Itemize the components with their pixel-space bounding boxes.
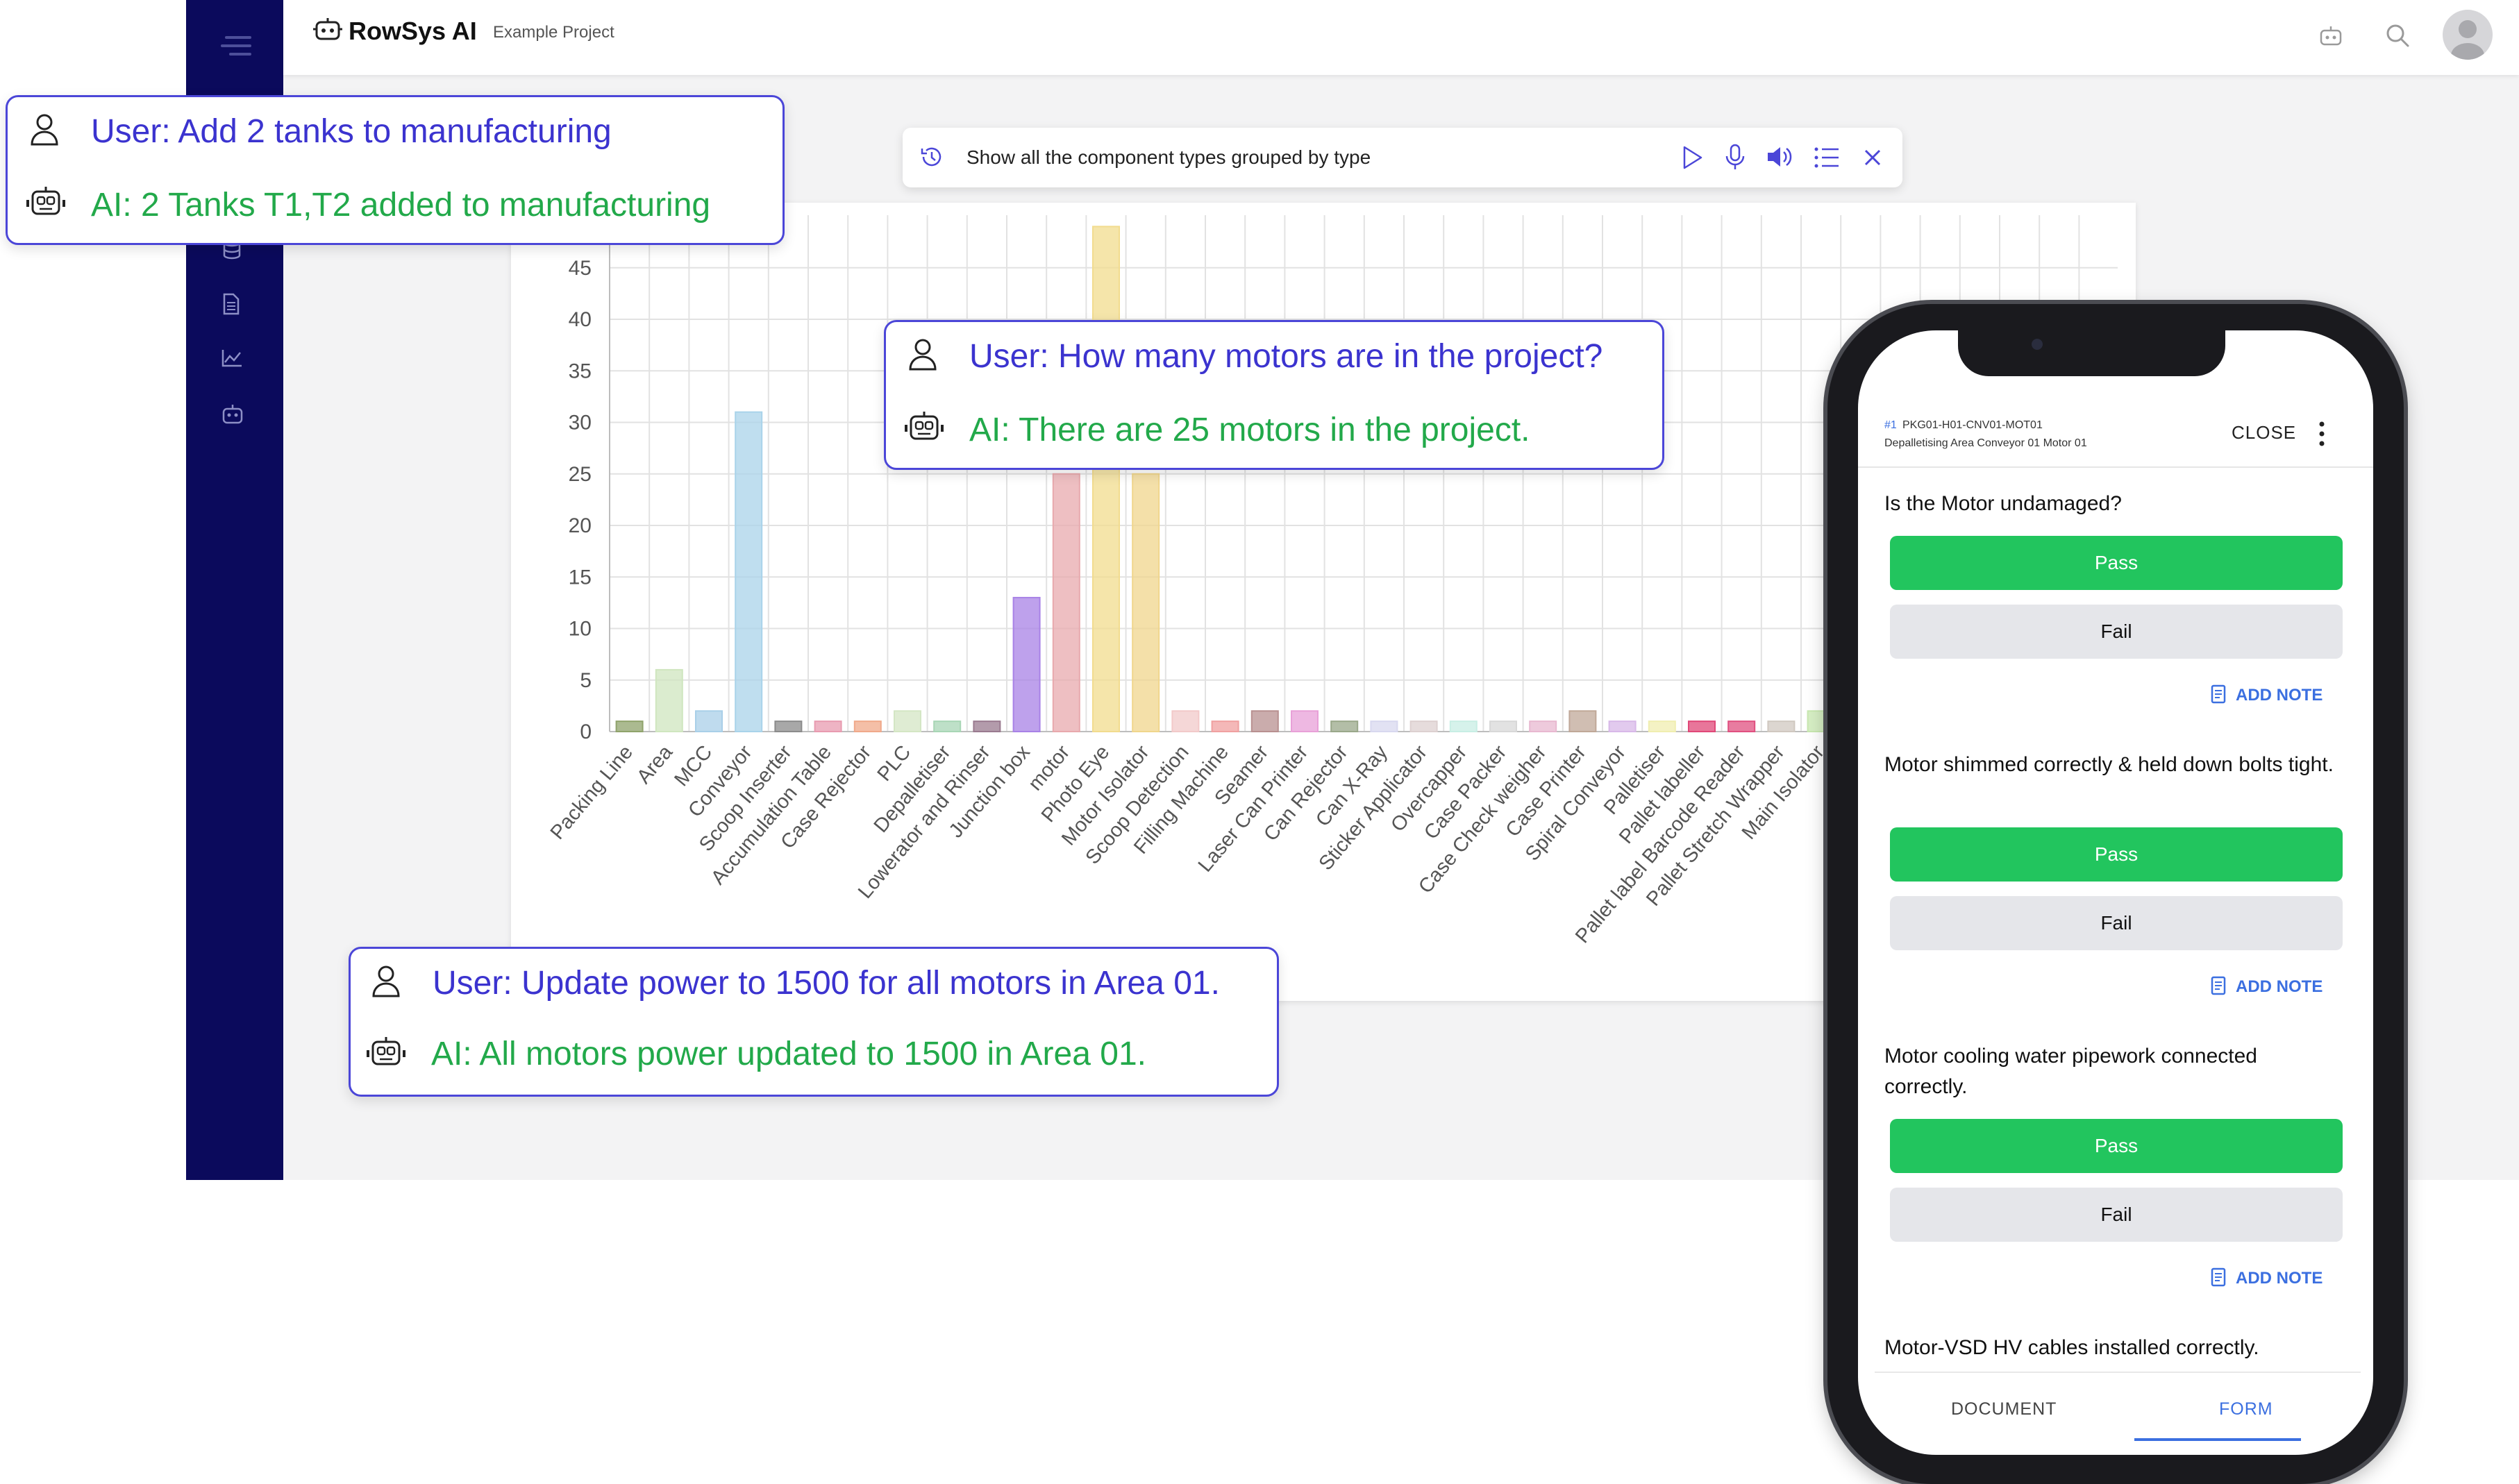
bar: [1489, 720, 1517, 733]
pass-button[interactable]: Pass: [1890, 1119, 2343, 1173]
y-tick-label: 35: [569, 360, 592, 382]
bar: [1250, 710, 1279, 733]
more-icon[interactable]: [2316, 421, 2327, 447]
close-icon[interactable]: [1864, 149, 1882, 167]
bar: [735, 411, 763, 733]
robot-icon: [26, 185, 66, 219]
user-message: User: How many motors are in the project…: [969, 338, 1603, 375]
robot-icon: [366, 1035, 406, 1070]
bar: [1092, 226, 1120, 733]
phone-notch: [1958, 326, 2225, 376]
divider: [1875, 1372, 2361, 1373]
chat-bubble-1: User: Add 2 tanks to manufacturing AI: 2…: [6, 95, 785, 245]
bar: [1767, 720, 1796, 733]
chat-bubble-2: User: How many motors are in the project…: [884, 320, 1664, 470]
speaker-icon[interactable]: [1765, 144, 1793, 169]
record-number: #1: [1884, 419, 1897, 431]
bar: [1171, 710, 1200, 733]
y-tick-label: 15: [569, 566, 592, 589]
bar: [894, 710, 921, 733]
y-tick-label: 0: [580, 720, 592, 743]
close-button[interactable]: CLOSE: [2232, 422, 2296, 444]
pass-button[interactable]: Pass: [1890, 536, 2343, 590]
record-id: PKG01-H01-CNV01-MOT01: [1902, 419, 2043, 431]
bar: [933, 720, 962, 733]
y-tick-label: 25: [569, 463, 592, 486]
list-icon[interactable]: [1814, 146, 1840, 169]
y-tick-label: 40: [569, 308, 592, 331]
bar: [1409, 720, 1438, 733]
record-description: Depalletising Area Conveyor 01 Motor 01: [1884, 437, 2087, 449]
ai-message: AI: All motors power updated to 1500 in …: [431, 1036, 1146, 1072]
bar: [1568, 710, 1597, 733]
bar: [1052, 473, 1080, 732]
bar: [1688, 720, 1716, 733]
tab-document[interactable]: DOCUMENT: [1951, 1399, 2057, 1419]
user-icon: [28, 112, 60, 147]
ai-message: AI: There are 25 motors in the project.: [969, 412, 1530, 448]
add-note-button[interactable]: ADD NOTE: [2236, 1269, 2323, 1288]
history-icon[interactable]: [918, 143, 946, 171]
bar: [853, 720, 882, 733]
camera-icon: [2032, 339, 2043, 350]
question-4: Motor-VSD HV cables installed correctly.: [1884, 1336, 2259, 1359]
note-icon: [2211, 1267, 2226, 1287]
divider: [1858, 466, 2373, 468]
fail-button[interactable]: Fail: [1890, 896, 2343, 950]
add-note-button[interactable]: ADD NOTE: [2236, 977, 2323, 997]
pass-button[interactable]: Pass: [1890, 827, 2343, 882]
y-tick-label: 30: [569, 412, 592, 435]
x-tick-label: Packing Line: [546, 741, 637, 844]
ai-message: AI: 2 Tanks T1,T2 added to manufacturing: [91, 187, 711, 224]
x-tick-label: Area: [633, 741, 677, 788]
y-tick-label: 10: [569, 618, 592, 641]
bar: [973, 720, 1001, 733]
bar: [1608, 720, 1637, 733]
bar: [1648, 720, 1676, 733]
bar: [615, 720, 644, 733]
question-2: Motor shimmed correctly & held down bolt…: [1884, 753, 2334, 776]
bar: [774, 720, 803, 733]
bar: [1012, 596, 1041, 733]
microphone-icon[interactable]: [1723, 143, 1747, 171]
play-icon[interactable]: [1679, 144, 1705, 171]
bar: [1449, 720, 1478, 733]
bar: [1529, 720, 1557, 733]
command-bar: Show all the component types grouped by …: [903, 128, 1902, 187]
user-icon: [907, 337, 939, 372]
note-icon: [2211, 684, 2226, 704]
y-tick-label: 45: [569, 257, 592, 280]
user-message: User: Update power to 1500 for all motor…: [433, 965, 1220, 1002]
bar: [1370, 720, 1398, 733]
bar: [1291, 710, 1319, 733]
bar: [1727, 720, 1756, 733]
bar: [1330, 720, 1359, 733]
bar: [695, 710, 723, 733]
bar: [1211, 720, 1239, 733]
tab-form[interactable]: FORM: [2219, 1399, 2273, 1419]
bar: [814, 720, 842, 733]
bar: [1132, 473, 1160, 732]
fail-button[interactable]: Fail: [1890, 605, 2343, 659]
chat-bubble-3: User: Update power to 1500 for all motor…: [349, 947, 1279, 1097]
question-3: Motor cooling water pipework connected c…: [1884, 1045, 2257, 1098]
question-1: Is the Motor undamaged?: [1884, 492, 2122, 515]
y-tick-label: 5: [580, 669, 592, 692]
user-icon: [370, 964, 402, 999]
fail-button[interactable]: Fail: [1890, 1188, 2343, 1242]
add-note-button[interactable]: ADD NOTE: [2236, 686, 2323, 705]
query-input[interactable]: Show all the component types grouped by …: [966, 146, 1371, 169]
robot-icon: [904, 410, 944, 444]
bar: [655, 668, 683, 733]
note-icon: [2211, 976, 2226, 995]
y-tick-label: 20: [569, 514, 592, 537]
user-message: User: Add 2 tanks to manufacturing: [91, 113, 612, 150]
tab-form-indicator: [2134, 1438, 2301, 1441]
